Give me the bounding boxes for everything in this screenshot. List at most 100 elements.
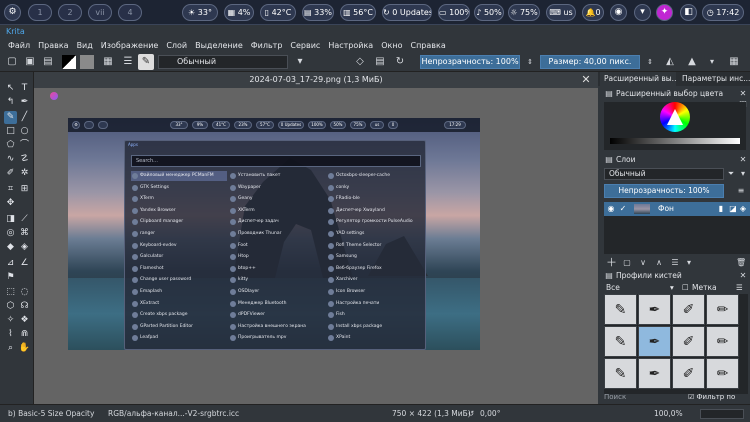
brush-preset[interactable]: ✎ xyxy=(604,326,637,357)
settings-icon[interactable]: ▤ xyxy=(604,89,614,99)
brush-preset[interactable]: ✒ xyxy=(638,294,671,325)
menu-file[interactable]: Файл xyxy=(4,39,34,52)
rotate-icon[interactable]: ↺ xyxy=(468,405,474,422)
layer-menu-icon[interactable]: ≡ xyxy=(736,186,746,196)
new-document-icon[interactable]: ▢ xyxy=(4,54,20,70)
menu-edit[interactable]: Правка xyxy=(34,39,72,52)
brush-preset[interactable]: ✎ xyxy=(604,358,637,389)
screenshot-icon[interactable]: ◧ xyxy=(680,4,697,21)
delete-layer-icon[interactable]: 🗑 xyxy=(736,258,746,268)
brush-preset[interactable]: ✏ xyxy=(706,358,739,389)
menu-help[interactable]: Справка xyxy=(406,39,449,52)
menu-image[interactable]: Изображение xyxy=(97,39,163,52)
close-layers-icon[interactable]: ✕ xyxy=(738,155,748,165)
temperature-widget[interactable]: ▯ 42°C xyxy=(260,4,296,21)
lock-icon[interactable]: ▮ xyxy=(716,204,726,214)
brush-settings-icon[interactable]: ▦ xyxy=(100,54,116,70)
brush-preset[interactable]: ✐ xyxy=(672,326,705,357)
tab-advanced-color[interactable]: Расширенный вы... xyxy=(600,72,676,86)
pattern-swatch[interactable] xyxy=(80,55,94,69)
battery-widget[interactable]: ▭ 100% xyxy=(438,4,470,21)
freehand-path-icon[interactable]: ☡ xyxy=(18,153,31,166)
dynamic-brush-icon[interactable]: ✐ xyxy=(4,167,17,180)
rectangle-tool-icon[interactable]: □ xyxy=(4,125,17,138)
color-wheel[interactable] xyxy=(660,102,690,132)
polyline-tool-icon[interactable]: ⌒ xyxy=(18,139,31,152)
cpu-widget[interactable]: ▦ 4% xyxy=(224,4,254,21)
close-brush-presets-icon[interactable]: ✕ xyxy=(738,271,748,281)
keyboard-layout-widget[interactable]: ⌨ us xyxy=(546,4,576,21)
layer-props-dropdown-icon[interactable]: ▾ xyxy=(684,258,694,268)
line-tool-icon[interactable]: ╱ xyxy=(18,111,31,124)
tag-label[interactable]: Метка xyxy=(692,282,717,294)
workspace-1[interactable]: 1 xyxy=(28,4,52,21)
app-launcher-icon[interactable]: ✦ xyxy=(656,4,673,21)
calligraphy-icon[interactable]: ✒ xyxy=(18,96,31,109)
reload-preset-icon[interactable]: ↻ xyxy=(392,54,408,70)
brush-preset[interactable]: ✐ xyxy=(672,358,705,389)
canvas-area[interactable]: 2024-07-03_17-29.png (1,3 МиБ) ✕ ⚙ 33° 9… xyxy=(34,72,598,404)
brightness-widget[interactable]: ☼ 75% xyxy=(508,4,540,21)
layer-checkbox-icon[interactable]: ✓ xyxy=(618,204,628,214)
mirror-dropdown-icon[interactable]: ▾ xyxy=(704,54,720,70)
brush-preset[interactable]: ✐ xyxy=(672,294,705,325)
text-tool-icon[interactable]: T xyxy=(18,82,31,95)
layer-properties-icon[interactable]: ☰ xyxy=(670,258,680,268)
workspace-icon[interactable]: ▦ xyxy=(726,54,742,70)
alpha-icon[interactable]: ◪ xyxy=(728,204,738,214)
layer-opacity-slider[interactable]: Непрозрачность: 100% xyxy=(604,184,724,198)
transform-tool-icon[interactable]: ⊞ xyxy=(18,183,31,196)
opacity-slider[interactable]: Непрозрачность: 100% xyxy=(420,55,520,69)
ellipse-select-icon[interactable]: ◌ xyxy=(18,286,31,299)
close-document-icon[interactable]: ✕ xyxy=(580,72,592,88)
value-strip[interactable] xyxy=(610,138,740,144)
canvas-image[interactable]: ⚙ 33° 9% 41°C 23% 57°C 0 Updates 100% 50… xyxy=(68,118,480,350)
tab-tool-options[interactable]: Параметры инс... xyxy=(678,72,750,86)
polygon-select-icon[interactable]: ⬡ xyxy=(4,300,17,313)
menu-select[interactable]: Выделение xyxy=(191,39,247,52)
ellipse-tool-icon[interactable]: ○ xyxy=(18,125,31,138)
zoom-tool-icon[interactable]: ⌕ xyxy=(4,342,17,355)
opacity-stepper[interactable]: ⇕ xyxy=(522,54,538,70)
size-slider[interactable]: Размер: 40,00 пикс. xyxy=(540,55,640,69)
brush-preset-selector[interactable]: Обычный xyxy=(158,55,288,69)
save-document-icon[interactable]: ▤ xyxy=(40,54,56,70)
duplicate-layer-icon[interactable]: ▢ xyxy=(622,258,632,268)
menu-layer[interactable]: Слой xyxy=(162,39,191,52)
open-document-icon[interactable]: ▣ xyxy=(22,54,38,70)
color-triangle[interactable] xyxy=(667,109,683,125)
menu-filter[interactable]: Фильтр xyxy=(247,39,287,52)
brush-preset[interactable]: ✎ xyxy=(604,294,637,325)
bezier-select-icon[interactable]: ⌇ xyxy=(4,328,17,341)
colorize-mask-icon[interactable]: ◎ xyxy=(4,227,17,240)
smart-patch-icon[interactable]: ⌘ xyxy=(18,227,31,240)
freehand-select-icon[interactable]: ☊ xyxy=(18,300,31,313)
layers-settings-icon[interactable]: ▤ xyxy=(604,155,614,165)
select-shapes-icon[interactable]: ↖ xyxy=(4,82,17,95)
mirror-horizontal-icon[interactable]: ◭ xyxy=(662,54,678,70)
document-tab[interactable]: 2024-07-03_17-29.png (1,3 МиБ) xyxy=(34,72,598,88)
brush-view-icon[interactable]: ☰ xyxy=(736,282,743,294)
brush-presets-settings-icon[interactable]: ▤ xyxy=(604,271,614,281)
gpu-temp-widget[interactable]: ▥ 56°C xyxy=(340,4,376,21)
brush-search-input[interactable]: Поиск xyxy=(604,392,684,402)
zoom-slider[interactable] xyxy=(700,409,744,419)
color-picker-icon[interactable]: ⟋ xyxy=(18,213,31,226)
menu-tools[interactable]: Сервис xyxy=(286,39,324,52)
gradient-tool-icon[interactable]: ◨ xyxy=(4,213,17,226)
brush-tag-select[interactable]: Все xyxy=(606,282,620,294)
polygon-tool-icon[interactable]: ⬠ xyxy=(4,139,17,152)
bezier-tool-icon[interactable]: ∿ xyxy=(4,153,17,166)
blend-mode-select[interactable]: Обычный xyxy=(604,168,724,180)
weather-widget[interactable]: ☀ 33° xyxy=(182,4,218,21)
layer-row[interactable]: ◉ ✓ Фон ▮ ◪ ◈ xyxy=(604,202,750,216)
similar-select-icon[interactable]: ❖ xyxy=(18,314,31,327)
notifications-widget[interactable]: 🔔0 xyxy=(582,4,604,21)
gradient-swatch[interactable] xyxy=(62,55,76,69)
close-docker-icon[interactable]: ✕ xyxy=(738,89,748,99)
freehand-brush-icon[interactable]: ✎ xyxy=(4,111,17,124)
rotation-status[interactable]: 0,00° xyxy=(480,405,500,422)
memory-widget[interactable]: ▤ 33% xyxy=(302,4,334,21)
magnetic-select-icon[interactable]: ⋒ xyxy=(18,328,31,341)
network-icon[interactable]: ▾ xyxy=(634,4,651,21)
